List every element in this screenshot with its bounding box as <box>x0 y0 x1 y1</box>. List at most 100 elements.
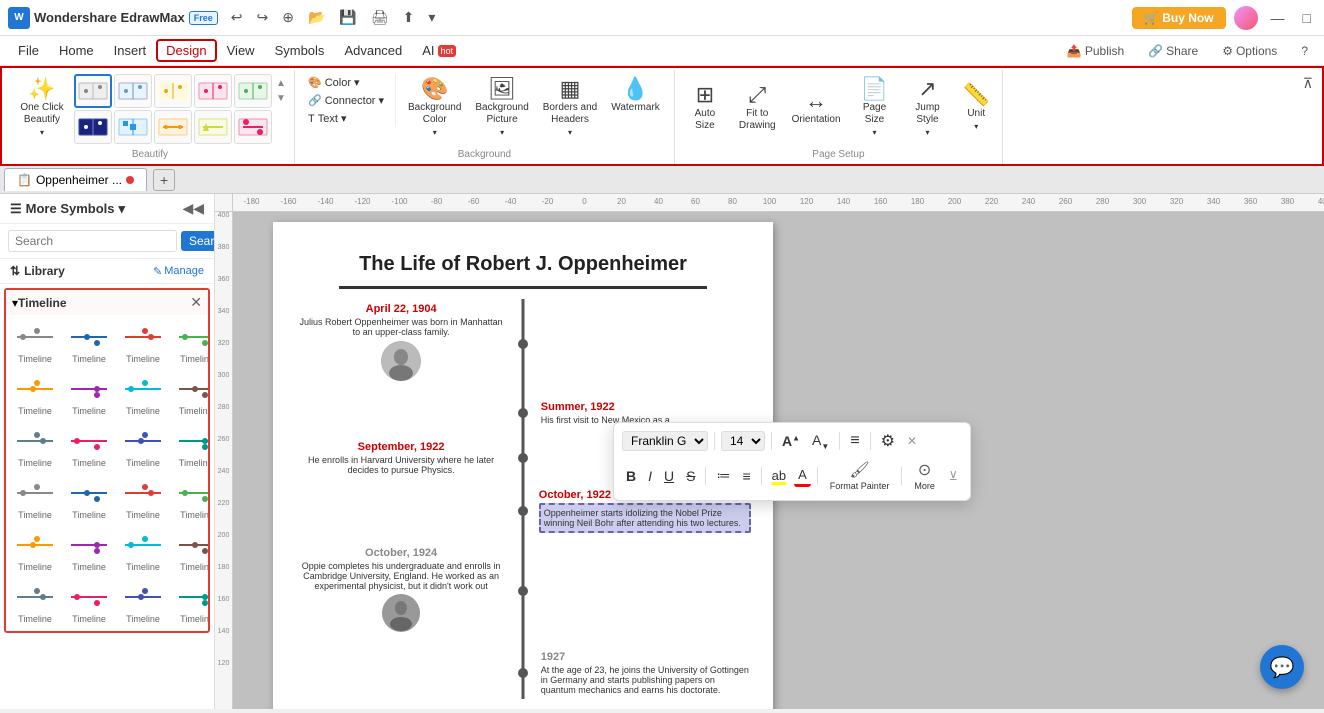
menu-advanced[interactable]: Advanced <box>334 39 412 62</box>
symbol-item-9[interactable]: Timeline <box>64 423 114 471</box>
increase-font-button[interactable]: A▲ <box>778 431 804 451</box>
symbol-item-21[interactable]: Timeline <box>64 579 114 627</box>
symbol-item-23[interactable]: Timeline <box>172 579 208 627</box>
symbol-item-10[interactable]: Timeline <box>118 423 168 471</box>
beautify-style-2[interactable] <box>114 74 152 108</box>
align-button[interactable]: ≡ <box>846 430 863 452</box>
search-input[interactable] <box>8 230 177 252</box>
symbol-item-18[interactable]: Timeline <box>118 527 168 575</box>
expand-down-icon[interactable]: ▼ <box>274 91 288 106</box>
auto-size-button[interactable]: ⊞ AutoSize <box>681 74 729 141</box>
unit-button[interactable]: 📏 Unit ▾ <box>957 74 996 141</box>
beautify-style-3[interactable] <box>154 74 192 108</box>
symbol-item-4[interactable]: Timeline <box>10 371 60 419</box>
unordered-list-button[interactable]: ≡ <box>738 466 754 486</box>
italic-button[interactable]: I <box>644 466 656 486</box>
save-button[interactable]: 💾 <box>334 6 361 29</box>
strikethrough-button[interactable]: S <box>682 466 699 486</box>
jump-style-button[interactable]: ↗ JumpStyle ▾ <box>903 74 953 141</box>
font-family-select[interactable]: Franklin G <box>622 431 708 451</box>
menu-view[interactable]: View <box>217 39 265 62</box>
symbol-item-1[interactable]: Timeline <box>64 319 114 367</box>
symbol-item-5[interactable]: Timeline <box>64 371 114 419</box>
highlight-button[interactable]: ab <box>768 466 790 485</box>
chat-bubble[interactable]: 💬 <box>1260 645 1304 689</box>
symbol-item-12[interactable]: Timeline <box>10 475 60 523</box>
page-size-button[interactable]: 📄 PageSize ▾ <box>851 74 899 141</box>
beautify-style-7[interactable] <box>114 110 152 144</box>
export-button[interactable]: ⬆ <box>398 6 420 29</box>
undo-button[interactable]: ↩ <box>226 6 248 29</box>
font-color-button[interactable]: A <box>794 465 811 487</box>
symbol-item-14[interactable]: Timeline <box>118 475 168 523</box>
format-painter-button[interactable]: 🖌 Format Painter <box>824 457 896 494</box>
redo-button[interactable]: ↪ <box>252 6 274 29</box>
symbol-item-17[interactable]: Timeline <box>64 527 114 575</box>
text-button[interactable]: T Text ▾ <box>303 110 389 127</box>
open-button[interactable]: 📂 <box>303 6 330 29</box>
symbol-item-2[interactable]: Timeline <box>118 319 168 367</box>
font-size-select[interactable]: 14 <box>721 431 765 451</box>
sidebar-collapse-button[interactable]: ◀◀ <box>182 200 204 217</box>
background-color-button[interactable]: 🎨 BackgroundColor ▾ <box>402 74 467 141</box>
ft-close-button[interactable]: ✕ <box>903 432 921 450</box>
connector-button[interactable]: 🔗 Connector ▾ <box>303 92 389 109</box>
underline-button[interactable]: U <box>660 466 678 486</box>
ordered-list-button[interactable]: ≔ <box>712 465 734 486</box>
options-button[interactable]: ⚙ Options <box>1214 41 1285 61</box>
expand-up-icon[interactable]: ▲ <box>274 76 288 91</box>
symbol-item-6[interactable]: Timeline <box>118 371 168 419</box>
symbol-item-11[interactable]: Timelin... <box>172 423 208 471</box>
orientation-button[interactable]: ↔ Orientation <box>786 74 847 141</box>
menu-home[interactable]: Home <box>49 39 104 62</box>
beautify-style-9[interactable] <box>194 110 232 144</box>
symbol-item-8[interactable]: Timeline <box>10 423 60 471</box>
beautify-style-4[interactable] <box>194 74 232 108</box>
symbol-item-7[interactable]: Timelin... <box>172 371 208 419</box>
beautify-style-6[interactable] <box>74 110 112 144</box>
watermark-button[interactable]: 💧 Watermark <box>605 74 666 118</box>
more-format-button[interactable]: ⊙ More <box>908 457 941 494</box>
menu-file[interactable]: File <box>8 39 49 62</box>
menu-symbols[interactable]: Symbols <box>265 39 335 62</box>
manage-button[interactable]: ✎ Manage <box>153 265 204 278</box>
menu-insert[interactable]: Insert <box>104 39 157 62</box>
maximize-button[interactable]: □ <box>1298 7 1316 29</box>
add-tab-button[interactable]: + <box>153 169 175 191</box>
print-button[interactable]: 🖨 <box>366 6 394 29</box>
help-button[interactable]: ? <box>1293 41 1316 61</box>
symbol-item-15[interactable]: Timeline <box>172 475 208 523</box>
publish-button[interactable]: 📤 Publish <box>1059 41 1132 61</box>
symbol-item-16[interactable]: Timeline <box>10 527 60 575</box>
symbol-item-0[interactable]: Timeline <box>10 319 60 367</box>
menu-design[interactable]: Design <box>156 39 216 62</box>
timeline-close-button[interactable]: ✕ <box>190 294 202 311</box>
beautify-style-5[interactable] <box>234 74 272 108</box>
search-button[interactable]: Search <box>181 231 215 251</box>
color-button[interactable]: 🎨 Color ▾ <box>303 74 389 91</box>
more-title-button[interactable]: ▾ <box>423 6 440 29</box>
symbol-item-13[interactable]: Timeline <box>64 475 114 523</box>
ribbon-collapse-button[interactable]: ⊼ <box>1298 72 1318 95</box>
background-picture-button[interactable]: 🖼 BackgroundPicture ▾ <box>469 74 534 141</box>
share-button[interactable]: 🔗 Share <box>1140 41 1206 61</box>
symbol-item-19[interactable]: Timeline <box>172 527 208 575</box>
beautify-style-1[interactable] <box>74 74 112 108</box>
format-more-options-button[interactable]: ⚙ <box>877 429 899 453</box>
symbol-item-3[interactable]: Timeline <box>172 319 208 367</box>
user-avatar[interactable] <box>1234 6 1258 30</box>
beautify-style-8[interactable] <box>154 110 192 144</box>
menu-ai[interactable]: AI hot <box>412 39 466 62</box>
minimize-button[interactable]: — <box>1266 7 1290 29</box>
ft-expand-button[interactable]: ⊻ <box>945 467 962 485</box>
symbol-item-22[interactable]: Timeline <box>118 579 168 627</box>
canvas[interactable]: The Life of Robert J. Oppenheimer April … <box>233 212 1324 709</box>
borders-headers-button[interactable]: ▦ Borders andHeaders ▾ <box>537 74 603 141</box>
decrease-font-button[interactable]: A▼ <box>808 430 833 453</box>
buy-now-button[interactable]: 🛒 Buy Now <box>1132 7 1226 29</box>
new-button[interactable]: ⊕ <box>277 6 299 29</box>
one-click-beautify-button[interactable]: ✨ One ClickBeautify ▾ <box>12 74 72 141</box>
tab-oppenheimer[interactable]: 📋 Oppenheimer ... <box>4 168 147 191</box>
symbol-item-20[interactable]: Timeline <box>10 579 60 627</box>
bold-button[interactable]: B <box>622 466 640 486</box>
